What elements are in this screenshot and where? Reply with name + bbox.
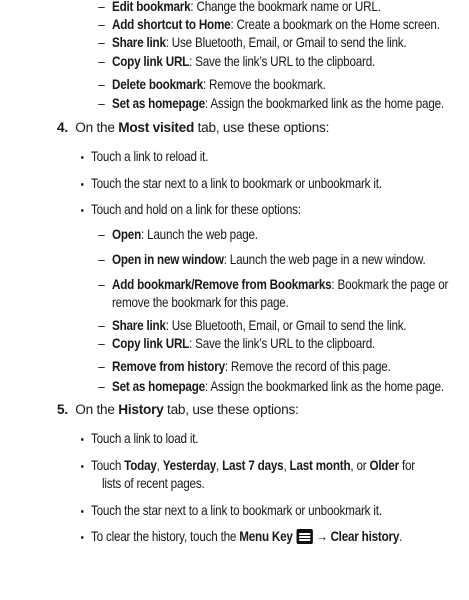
option-add-remove-bookmark: – Add bookmark/Remove from Bookmarks: Boo… xyxy=(98,276,449,293)
dash-marker: – xyxy=(98,0,105,14)
option-name: Share link xyxy=(112,35,166,50)
step-number: 4. xyxy=(57,120,68,136)
option-description: : Assign the bookmarked link as the home… xyxy=(204,96,444,111)
bullet-text: Touch xyxy=(91,458,125,473)
bullet-marker: • xyxy=(80,205,84,217)
dash-marker: – xyxy=(98,35,105,50)
step-text: tab, use these options: xyxy=(194,120,330,136)
option-name: Share link xyxy=(112,318,166,333)
separator: , or xyxy=(350,458,370,473)
tab-name: Most visited xyxy=(118,120,195,136)
dash-marker: – xyxy=(98,336,105,351)
manual-page: – Edit bookmark: Change the bookmark name… xyxy=(0,0,469,600)
option-description: : Remove the bookmark. xyxy=(202,77,326,92)
bullet-clear-history: • To clear the history, touch the Menu Ke… xyxy=(81,528,403,547)
dash-marker: – xyxy=(98,379,105,394)
filter-older: Older xyxy=(369,458,399,473)
option-copy-link-url: – Copy link URL: Save the link’s URL to t… xyxy=(98,335,376,352)
bullet-text: Touch the star next to a link to bookmar… xyxy=(91,176,382,191)
step-text: On the xyxy=(75,402,119,418)
option-description: : Assign the bookmarked link as the home… xyxy=(204,379,444,394)
bullet-marker: • xyxy=(80,152,84,164)
option-name: Open xyxy=(112,227,142,242)
option-name: Open in new window xyxy=(112,252,224,267)
filter-last-7-days: Last 7 days xyxy=(222,458,284,473)
bullet-text: lists of recent pages. xyxy=(102,476,205,491)
bullet-text: To clear the history, touch the xyxy=(91,529,240,544)
filter-yesterday: Yesterday xyxy=(162,458,217,473)
option-description: : Save the link’s URL to the clipboard. xyxy=(189,336,376,351)
option-description: : Bookmark the page or xyxy=(331,277,449,292)
step-text: On the xyxy=(75,120,119,136)
bullet-time-filters: • Touch Today, Yesterday, Last 7 days, La… xyxy=(81,457,415,476)
bullet-text: . xyxy=(399,529,403,544)
filter-last-month: Last month xyxy=(289,458,351,473)
bullet-touch-hold: • Touch and hold on a link for these opti… xyxy=(81,201,301,220)
option-name: Copy link URL xyxy=(112,336,190,351)
bullet-text: Touch and hold on a link for these optio… xyxy=(91,202,301,217)
bullet-text: Touch a link to load it. xyxy=(91,431,199,446)
menu-key-icon xyxy=(296,528,313,544)
bullet-text: Touch a link to reload it. xyxy=(91,149,209,164)
option-add-shortcut: – Add shortcut to Home: Create a bookmark… xyxy=(98,16,440,33)
bullet-marker: • xyxy=(80,179,84,191)
option-remove-from-history: – Remove from history: Remove the record … xyxy=(98,358,391,375)
dash-marker: – xyxy=(98,318,105,333)
bullet-star-link: • Touch the star next to a link to bookma… xyxy=(81,175,382,194)
bullet-text: for xyxy=(398,458,415,473)
menu-key-label: Menu Key xyxy=(239,529,293,544)
bullet-marker: • xyxy=(80,506,84,518)
option-description: : Create a bookmark on the Home screen. xyxy=(230,17,440,32)
dash-marker: – xyxy=(98,17,105,32)
dash-marker: – xyxy=(98,54,105,69)
option-open-new-window: – Open in new window: Launch the web page… xyxy=(98,251,426,268)
dash-marker: – xyxy=(98,252,105,267)
bullet-marker: • xyxy=(80,532,84,544)
dash-marker: – xyxy=(98,96,105,111)
option-description: : Change the bookmark name or URL. xyxy=(190,0,381,14)
option-name: Add shortcut to Home xyxy=(112,17,231,32)
step-text: tab, use these options: xyxy=(163,402,299,418)
bullet-load-link: • Touch a link to load it. xyxy=(81,430,199,449)
bullet-marker: • xyxy=(80,434,84,446)
option-share-link: – Share link: Use Bluetooth, Email, or Gm… xyxy=(98,317,407,334)
dash-marker: – xyxy=(98,77,105,92)
option-description: : Use Bluetooth, Email, or Gmail to send… xyxy=(165,318,407,333)
dash-marker: – xyxy=(98,359,105,374)
option-description: : Launch the web page. xyxy=(141,227,258,242)
option-name: Copy link URL xyxy=(112,54,190,69)
option-description: : Save the link’s URL to the clipboard. xyxy=(189,54,376,69)
option-name: Delete bookmark xyxy=(112,77,203,92)
dash-marker: – xyxy=(98,277,105,292)
option-description: : Remove the record of this page. xyxy=(224,359,391,374)
option-name: Set as homepage xyxy=(112,96,205,111)
bullet-star-link: • Touch the star next to a link to bookma… xyxy=(81,502,382,521)
option-delete-bookmark: – Delete bookmark: Remove the bookmark. xyxy=(98,76,326,93)
option-name: Edit bookmark xyxy=(112,0,191,14)
option-description: remove the bookmark for this page. xyxy=(112,295,289,310)
option-description: : Use Bluetooth, Email, or Gmail to send… xyxy=(165,35,407,50)
option-name: Remove from history xyxy=(112,359,225,374)
step-number: 5. xyxy=(57,402,68,418)
option-name: Set as homepage xyxy=(112,379,205,394)
clear-history-label: Clear history xyxy=(330,529,400,544)
option-edit-bookmark: – Edit bookmark: Change the bookmark name… xyxy=(98,0,381,15)
option-copy-link-url: – Copy link URL: Save the link’s URL to t… xyxy=(98,53,376,70)
arrow-glyph: → xyxy=(315,529,328,544)
bullet-text: Touch the star next to a link to bookmar… xyxy=(91,503,382,518)
option-open: – Open: Launch the web page. xyxy=(98,226,258,243)
option-description: : Launch the web page in a new window. xyxy=(223,252,426,267)
option-share-link: – Share link: Use Bluetooth, Email, or Gm… xyxy=(98,34,407,51)
bullet-time-filters-cont: lists of recent pages. xyxy=(102,475,205,492)
option-set-as-homepage: – Set as homepage: Assign the bookmarked … xyxy=(98,95,444,112)
tab-name: History xyxy=(118,402,164,418)
filter-today: Today xyxy=(124,458,157,473)
bullet-reload-link: • Touch a link to reload it. xyxy=(81,148,209,167)
option-add-remove-bookmark-cont: remove the bookmark for this page. xyxy=(112,294,289,311)
option-name: Add bookmark/Remove from Bookmarks xyxy=(112,277,332,292)
dash-marker: – xyxy=(98,227,105,242)
bullet-marker: • xyxy=(80,461,84,473)
option-set-as-homepage: – Set as homepage: Assign the bookmarked … xyxy=(98,378,444,395)
